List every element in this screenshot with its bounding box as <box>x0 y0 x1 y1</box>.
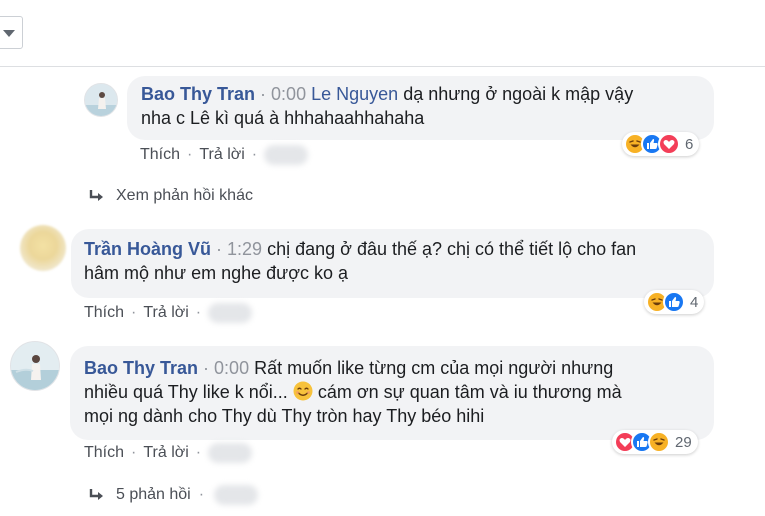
view-more-replies-link[interactable]: Xem phản hồi khác <box>88 187 253 205</box>
comment-actions: Thích · Trả lời · <box>140 145 309 165</box>
comment-actions: Thích · Trả lời · <box>84 303 253 323</box>
separator-dot: · <box>198 486 205 503</box>
divider <box>0 66 765 67</box>
comment-text: hâm mộ như em nghe được ko ạ <box>84 263 349 283</box>
replies-count-label[interactable]: 5 phản hồi <box>116 486 191 504</box>
comment-bubble: Trần Hoàng Vũ · 1:29 chị đang ở đâu thế … <box>71 229 714 298</box>
reaction-summary[interactable]: 29 <box>612 430 698 454</box>
reply-link[interactable]: Trả lời <box>143 304 188 322</box>
blurred-time <box>214 485 259 505</box>
reaction-count: 4 <box>690 293 699 311</box>
blurred-time <box>208 443 253 463</box>
comment-text: Rất muốn like từng cm của mọi người nhưn… <box>254 358 614 378</box>
avatar-image <box>11 342 59 390</box>
comment-author[interactable]: Bao Thy Tran <box>141 84 255 104</box>
blurred-time <box>264 145 309 165</box>
separator-dot: · <box>131 304 137 321</box>
like-reaction-icon <box>663 291 685 313</box>
sort-dropdown[interactable] <box>0 16 23 49</box>
reply-link[interactable]: Trả lời <box>143 444 188 462</box>
comment-timestamp[interactable]: · 0:00 <box>203 358 249 378</box>
like-link[interactable]: Thích <box>140 146 180 164</box>
comment-text: nha c Lê kì quá à hhhahaahhahaha <box>141 108 425 128</box>
comment-timestamp[interactable]: · 0:00 <box>260 84 306 104</box>
replies-count-link[interactable]: 5 phản hồi · <box>88 485 259 505</box>
comment-actions: Thích · Trả lời · <box>84 443 253 463</box>
blurred-time <box>208 303 253 323</box>
avatar-image <box>85 84 117 116</box>
haha-reaction-icon <box>648 431 670 453</box>
separator-dot: · <box>195 444 202 461</box>
avatar[interactable] <box>20 225 66 271</box>
separator-dot: · <box>251 146 258 163</box>
comment-author[interactable]: Bao Thy Tran <box>84 358 198 378</box>
separator-dot: · <box>131 444 137 461</box>
comment-text: mọi ng dành cho Thy dù Thy tròn hay Thy … <box>84 406 485 426</box>
reply-link[interactable]: Trả lời <box>199 146 244 164</box>
avatar[interactable] <box>84 83 118 117</box>
reply-arrow-icon <box>89 190 103 201</box>
separator-dot: · <box>195 304 202 321</box>
reaction-summary[interactable]: 6 <box>622 132 700 156</box>
comment-text: nhiều quá Thy like k nổi... <box>84 382 288 402</box>
reaction-count: 6 <box>685 135 694 153</box>
comment-text: chị đang ở đâu thế ạ? chị có thể tiết lộ… <box>267 239 637 259</box>
comment-timestamp[interactable]: · 1:29 <box>216 239 262 259</box>
reaction-summary[interactable]: 4 <box>644 290 705 314</box>
comment-author[interactable]: Trần Hoàng Vũ <box>84 239 211 259</box>
reaction-count: 29 <box>675 433 692 451</box>
like-link[interactable]: Thích <box>84 444 124 462</box>
avatar[interactable] <box>10 341 60 391</box>
comment-bubble: Bao Thy Tran · 0:00 Rất muốn like từng c… <box>70 346 714 440</box>
reply-arrow-icon <box>89 489 103 500</box>
comment-text: cám ơn sự quan tâm và iu thương mà <box>317 382 622 402</box>
love-reaction-icon <box>658 133 680 155</box>
smiling-face-icon <box>293 381 313 401</box>
separator-dot: · <box>187 146 193 163</box>
view-more-replies-label[interactable]: Xem phản hồi khác <box>116 187 253 205</box>
like-link[interactable]: Thích <box>84 304 124 322</box>
comment-bubble: Bao Thy Tran · 0:00 Le Nguyen dạ nhưng ở… <box>127 76 714 140</box>
mention-link[interactable]: Le Nguyen <box>311 84 398 104</box>
caret-down-icon <box>3 30 15 37</box>
comment-text: dạ nhưng ở ngoài k mập vậy <box>403 84 634 104</box>
